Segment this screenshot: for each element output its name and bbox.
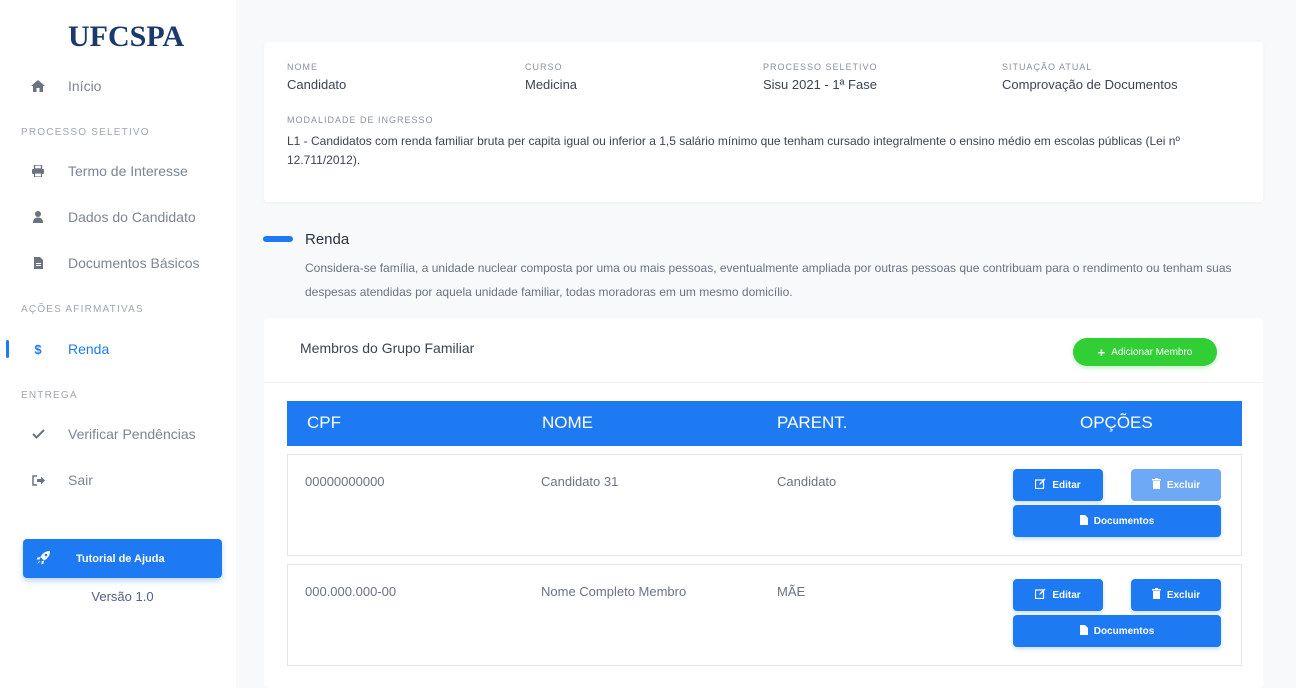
- edit-label: Editar: [1052, 479, 1081, 491]
- sidebar-item-termo[interactable]: Termo de Interesse: [0, 157, 236, 185]
- candidate-info-card: NOME Candidato CURSO Medicina PROCESSO S…: [264, 42, 1263, 202]
- trash-icon: [1151, 478, 1161, 492]
- nome-cell: Nome Completo Membro: [541, 584, 687, 599]
- curso-value: Medicina: [525, 77, 578, 92]
- nome-label: NOME: [287, 62, 318, 72]
- situacao-value: Comprovação de Documentos: [1002, 77, 1178, 92]
- sidebar-item-documentos[interactable]: Documentos Básicos: [0, 249, 236, 277]
- parentesco-cell: MÃE: [777, 584, 806, 599]
- plus-icon: +: [1097, 344, 1106, 360]
- delete-button[interactable]: Excluir: [1131, 469, 1221, 501]
- sidebar-item-label: Sair: [68, 472, 93, 488]
- column-header-cpf: CPF: [307, 413, 341, 432]
- table-header: CPF NOME PARENT. OPÇÕES: [287, 401, 1242, 446]
- table-row: 00000000000 Candidato 31 Candidato Edita…: [287, 454, 1242, 556]
- nome-value: Candidato: [287, 77, 347, 92]
- user-icon: [30, 209, 46, 225]
- trash-icon: [1151, 588, 1161, 602]
- nome-cell: Candidato 31: [541, 474, 619, 489]
- cpf-cell: 000.000.000-00: [305, 584, 397, 599]
- column-header-nome: NOME: [542, 413, 593, 432]
- sidebar: UFCSPA Início PROCESSO SELETIVO Termo de…: [0, 0, 236, 688]
- cpf-cell: 00000000000: [305, 474, 385, 489]
- edit-icon: [1035, 588, 1046, 602]
- situacao-label: SITUAÇÃO ATUAL: [1002, 62, 1093, 72]
- section-heading-entrega: ENTREGA: [21, 390, 78, 401]
- delete-button[interactable]: Excluir: [1131, 579, 1221, 611]
- members-title: Membros do Grupo Familiar: [300, 340, 475, 356]
- documents-label: Documentos: [1093, 625, 1155, 637]
- sidebar-item-label: Documentos Básicos: [68, 255, 200, 271]
- delete-label: Excluir: [1166, 589, 1201, 601]
- modalidade-label: MODALIDADE DE INGRESSO: [287, 115, 434, 125]
- table-row: 000.000.000-00 Nome Completo Membro MÃE …: [287, 564, 1242, 666]
- section-accent-bar: [263, 236, 293, 242]
- documents-label: Documentos: [1093, 515, 1155, 527]
- help-button-label: Tutorial de Ajuda: [76, 552, 165, 565]
- dollar-icon: $: [34, 341, 42, 357]
- rocket-icon: [36, 550, 51, 568]
- delete-label: Excluir: [1166, 479, 1201, 491]
- renda-description: Considera-se família, a unidade nuclear …: [305, 261, 1232, 299]
- column-header-opcoes: OPÇÕES: [1080, 413, 1153, 432]
- check-icon: [30, 426, 46, 442]
- version-label: Versão 1.0: [91, 589, 154, 604]
- sidebar-item-label: Termo de Interesse: [68, 163, 188, 179]
- renda-title: Renda: [305, 231, 350, 248]
- file-icon: [1079, 624, 1088, 638]
- sidebar-item-renda[interactable]: $ Renda: [0, 335, 236, 363]
- sidebar-item-verificar[interactable]: Verificar Pendências: [0, 420, 236, 448]
- divider: [264, 382, 1263, 383]
- sidebar-item-label: Renda: [68, 341, 110, 357]
- add-member-label: Adicionar Membro: [1111, 346, 1193, 358]
- add-member-button[interactable]: + Adicionar Membro: [1073, 338, 1217, 366]
- processo-value: Sisu 2021 - 1ª Fase: [763, 77, 877, 92]
- print-icon: [30, 163, 46, 179]
- ufcspa-logo[interactable]: UFCSPA: [68, 20, 184, 54]
- help-tutorial-button[interactable]: Tutorial de Ajuda: [23, 539, 222, 578]
- sign-out-icon: [30, 472, 46, 488]
- documents-button[interactable]: Documentos: [1013, 615, 1221, 647]
- curso-label: CURSO: [525, 62, 563, 72]
- column-header-parentesco: PARENT.: [777, 413, 848, 432]
- file-icon: [1079, 514, 1088, 528]
- edit-button[interactable]: Editar: [1013, 469, 1103, 501]
- sidebar-item-label: Dados do Candidato: [68, 209, 196, 225]
- sidebar-item-inicio[interactable]: Início: [0, 72, 236, 100]
- home-icon: [30, 78, 46, 94]
- section-heading-acoes: AÇÕES AFIRMATIVAS: [21, 304, 144, 315]
- documents-button[interactable]: Documentos: [1013, 505, 1221, 537]
- parentesco-cell: Candidato: [777, 474, 837, 489]
- sidebar-item-label: Início: [68, 78, 102, 94]
- modalidade-value: L1 - Candidatos com renda familiar bruta…: [287, 134, 1180, 167]
- members-card: Membros do Grupo Familiar + Adicionar Me…: [264, 318, 1263, 688]
- edit-button[interactable]: Editar: [1013, 579, 1103, 611]
- sidebar-item-dados[interactable]: Dados do Candidato: [0, 203, 236, 231]
- sidebar-item-label: Verificar Pendências: [68, 426, 196, 442]
- edit-icon: [1035, 478, 1046, 492]
- section-heading-processo: PROCESSO SELETIVO: [21, 127, 150, 138]
- sidebar-item-sair[interactable]: Sair: [0, 466, 236, 494]
- edit-label: Editar: [1052, 589, 1081, 601]
- processo-label: PROCESSO SELETIVO: [763, 62, 878, 72]
- file-icon: [30, 255, 46, 271]
